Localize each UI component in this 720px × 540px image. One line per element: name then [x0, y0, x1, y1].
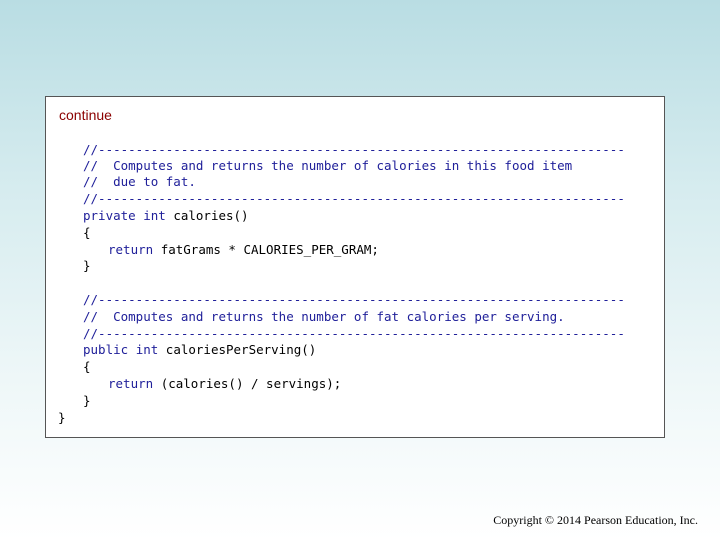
close-brace: } — [83, 393, 91, 408]
comment-rule: //--------------------------------------… — [83, 292, 625, 307]
method-name: caloriesPerServing() — [165, 342, 317, 357]
return-expression: fatGrams * CALORIES_PER_GRAM; — [160, 242, 379, 257]
return-type: int — [143, 208, 166, 223]
access-modifier: private — [83, 208, 136, 223]
code-listing-panel: continue //-----------------------------… — [45, 96, 665, 438]
copyright-notice: Copyright © 2014 Pearson Education, Inc. — [493, 513, 698, 527]
comment-rule: //--------------------------------------… — [83, 326, 625, 341]
return-statement: return (calories() / servings); — [108, 376, 341, 392]
class-close-brace: } — [58, 410, 66, 425]
return-statement: return fatGrams * CALORIES_PER_GRAM; — [108, 242, 379, 258]
comment-rule: //--------------------------------------… — [83, 191, 625, 206]
open-brace: { — [83, 225, 91, 240]
return-keyword: return — [108, 242, 154, 257]
comment-line: // due to fat. — [83, 174, 196, 189]
close-brace: } — [83, 258, 91, 273]
return-keyword: return — [108, 376, 154, 391]
method-signature: private int calories() — [83, 208, 249, 224]
method-signature: public int caloriesPerServing() — [83, 342, 316, 358]
method-name: calories() — [173, 208, 249, 223]
access-modifier: public — [83, 342, 129, 357]
return-expression: (calories() / servings); — [160, 376, 342, 391]
open-brace: { — [83, 359, 91, 374]
comment-rule: //--------------------------------------… — [83, 142, 625, 157]
return-type: int — [135, 342, 159, 357]
comment-line: // Computes and returns the number of ca… — [83, 158, 573, 173]
continue-label: continue — [59, 107, 112, 123]
comment-line: // Computes and returns the number of fa… — [83, 309, 565, 324]
